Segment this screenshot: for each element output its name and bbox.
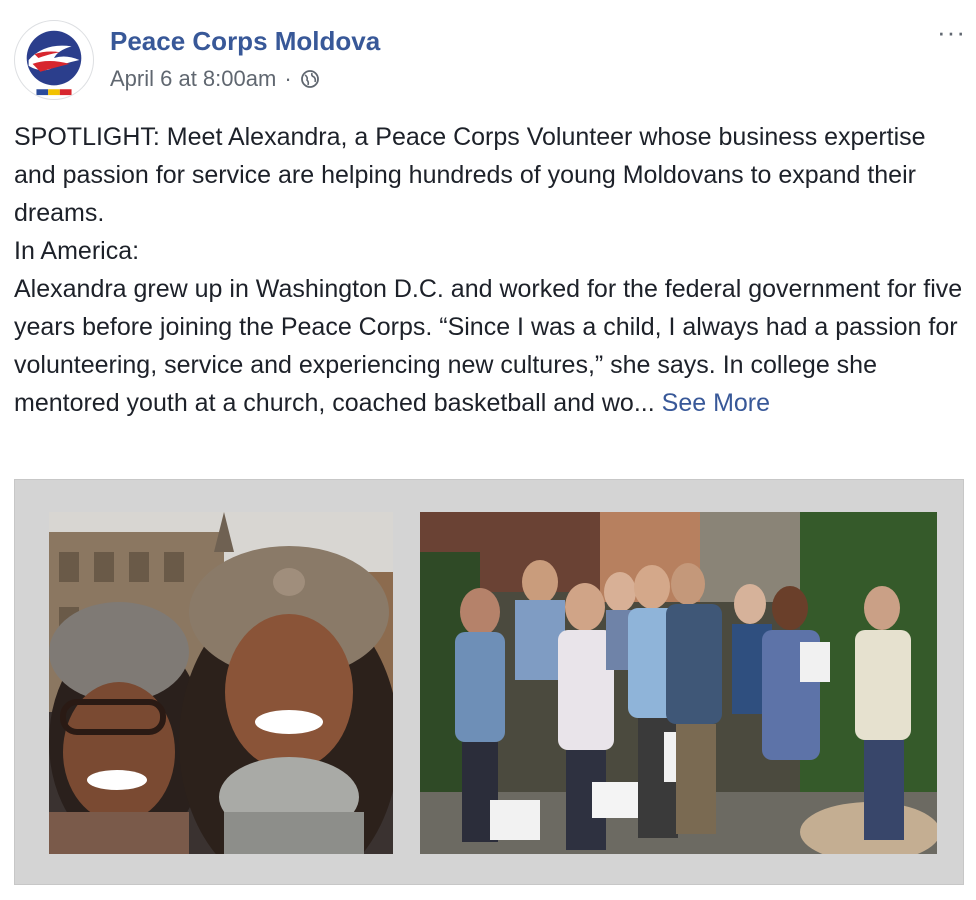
page-avatar[interactable] [14, 20, 94, 100]
globe-icon[interactable] [300, 69, 320, 89]
see-more-link[interactable]: See More [662, 389, 770, 417]
post-paragraph: In America: [14, 237, 140, 265]
photo-attachment [14, 479, 964, 885]
post-paragraph: Alexandra grew up in Washington D.C. and… [14, 270, 964, 422]
post-body: SPOTLIGHT: Meet Alexandra, a Peace Corps… [14, 118, 964, 422]
post-paragraph-text: Alexandra grew up in Washington D.C. and… [14, 275, 963, 417]
page-name-link[interactable]: Peace Corps Moldova [110, 26, 380, 57]
more-options-icon[interactable]: ··· [937, 19, 966, 45]
selfie-photo[interactable] [49, 512, 393, 854]
group-photo[interactable] [420, 512, 937, 854]
post-timestamp[interactable]: April 6 at 8:00am [110, 66, 276, 92]
post-meta: April 6 at 8:00am · [110, 66, 320, 92]
meta-separator: · [284, 66, 292, 91]
post-paragraph: SPOTLIGHT: Meet Alexandra, a Peace Corps… [14, 123, 926, 227]
